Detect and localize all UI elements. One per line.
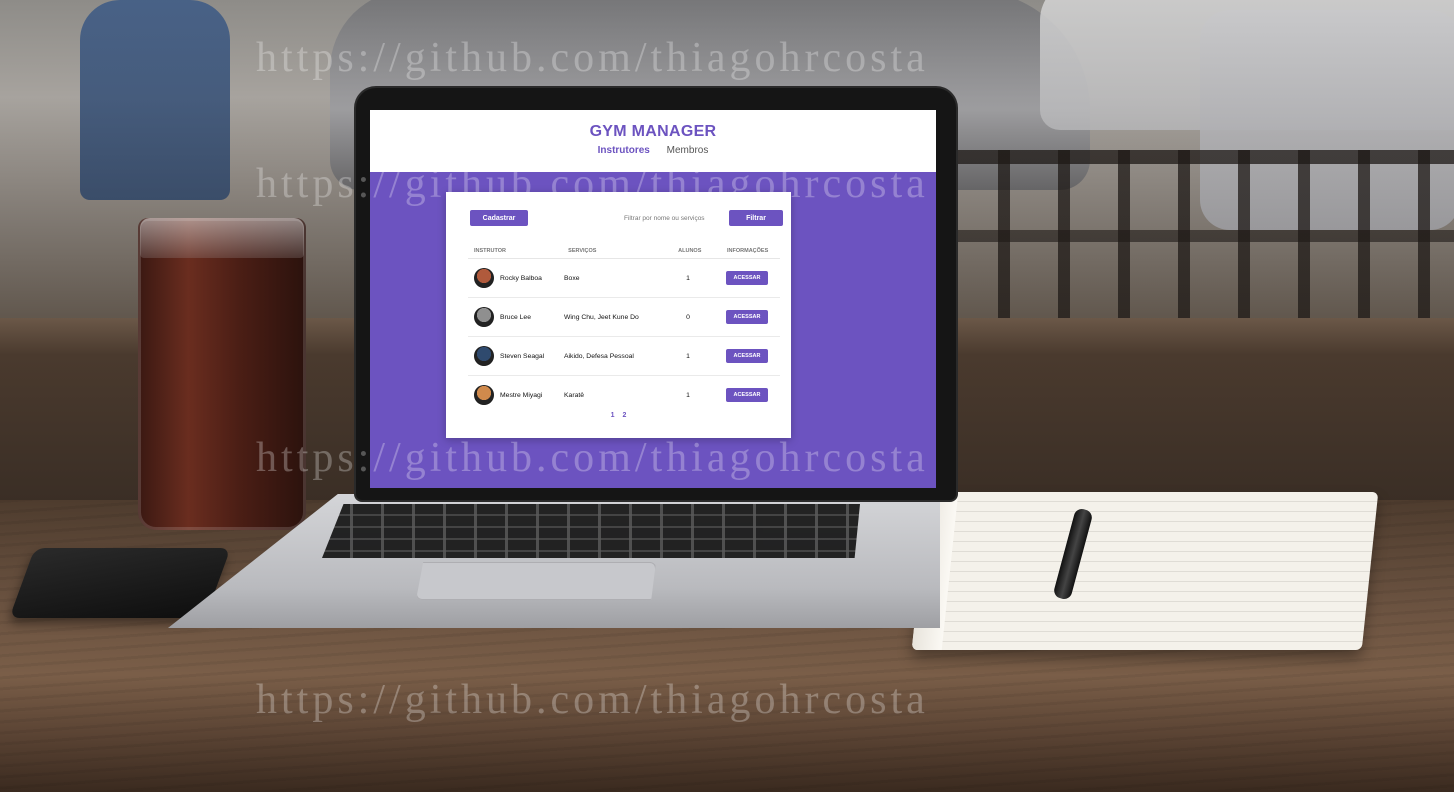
- avatar: [474, 268, 494, 288]
- services-cell: Aikido, Defesa Pessoal: [564, 352, 634, 360]
- services-cell: Karatê: [564, 391, 585, 399]
- table-header: INSTRUTOR SERVIÇOS ALUNOS INFORMAÇÕES: [468, 244, 780, 259]
- avatar: [474, 307, 494, 327]
- access-button[interactable]: ACESSAR: [726, 271, 768, 285]
- background-person: [80, 0, 230, 200]
- info-cell: ACESSAR: [714, 271, 780, 285]
- column-header-alunos: ALUNOS: [678, 248, 702, 254]
- filter-button[interactable]: Filtrar: [729, 210, 783, 226]
- instructor-name: Steven Seagal: [500, 352, 545, 360]
- table-row: Bruce Lee Wing Chu, Jeet Kune Do 0 ACESS…: [468, 298, 780, 337]
- avatar: [474, 385, 494, 405]
- create-button[interactable]: Cadastrar: [470, 210, 528, 226]
- filter-input[interactable]: [621, 210, 726, 226]
- instructors-table: INSTRUTOR SERVIÇOS ALUNOS INFORMAÇÕES Ro…: [468, 244, 780, 414]
- laptop-keyboard: [322, 504, 860, 558]
- instructor-cell: Bruce Lee: [468, 307, 564, 327]
- info-cell: ACESSAR: [714, 388, 780, 402]
- students-cell: 0: [686, 313, 690, 321]
- app-header: GYM MANAGER Instrutores Membros: [370, 110, 936, 172]
- laptop-screen: GYM MANAGER Instrutores Membros Cadastra…: [370, 110, 936, 488]
- info-cell: ACESSAR: [714, 349, 780, 363]
- students-cell: 1: [686, 352, 690, 360]
- instructor-cell: Mestre Miyagi: [468, 385, 564, 405]
- info-cell: ACESSAR: [714, 310, 780, 324]
- instructor-cell: Steven Seagal: [468, 346, 564, 366]
- avatar: [474, 346, 494, 366]
- access-button[interactable]: ACESSAR: [726, 388, 768, 402]
- laptop-trackpad: [416, 562, 656, 600]
- services-cell: Wing Chu, Jeet Kune Do: [564, 313, 639, 321]
- students-cell: 1: [686, 391, 690, 399]
- instructors-card: Cadastrar Filtrar INSTRUTOR SERVIÇOS ALU…: [446, 192, 791, 438]
- column-header-instrutor: INSTRUTOR: [474, 248, 506, 254]
- instructor-name: Rocky Balboa: [500, 274, 542, 282]
- column-header-servicos: SERVIÇOS: [568, 248, 597, 254]
- instructor-cell: Rocky Balboa: [468, 268, 564, 288]
- page-link-2[interactable]: 2: [622, 412, 626, 419]
- app-logo: GYM MANAGER: [589, 123, 717, 140]
- table-row: Steven Seagal Aikido, Defesa Pessoal 1 A…: [468, 337, 780, 376]
- access-button[interactable]: ACESSAR: [726, 349, 768, 363]
- pagination: 1 2: [446, 412, 791, 419]
- main-nav: Instrutores Membros: [370, 145, 936, 156]
- paper-notebook: [911, 492, 1379, 650]
- instructor-name: Mestre Miyagi: [500, 391, 543, 399]
- instructor-name: Bruce Lee: [500, 313, 531, 321]
- students-cell: 1: [686, 274, 690, 282]
- access-button[interactable]: ACESSAR: [726, 310, 768, 324]
- page-link-1[interactable]: 1: [611, 412, 615, 419]
- drink-glass: [138, 218, 306, 530]
- table-row: Rocky Balboa Boxe 1 ACESSAR: [468, 259, 780, 298]
- background-railing: [950, 150, 1454, 325]
- nav-item-instrutores[interactable]: Instrutores: [598, 145, 650, 156]
- column-header-informacoes: INFORMAÇÕES: [727, 248, 769, 254]
- nav-item-membros[interactable]: Membros: [667, 145, 709, 156]
- table-row: Mestre Miyagi Karatê 1 ACESSAR: [468, 376, 780, 414]
- services-cell: Boxe: [564, 274, 580, 282]
